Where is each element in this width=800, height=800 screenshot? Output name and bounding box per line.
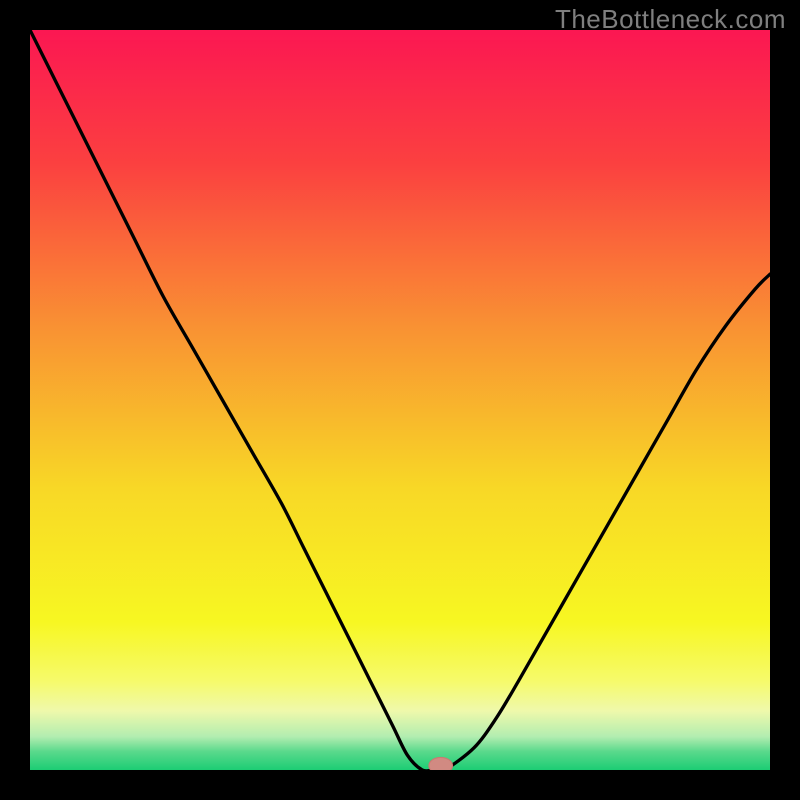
chart-frame: TheBottleneck.com xyxy=(0,0,800,800)
plot-area xyxy=(30,30,770,770)
bottleneck-chart xyxy=(30,30,770,770)
watermark-text: TheBottleneck.com xyxy=(555,4,786,35)
gradient-background xyxy=(30,30,770,770)
optimal-point-marker xyxy=(429,757,453,770)
